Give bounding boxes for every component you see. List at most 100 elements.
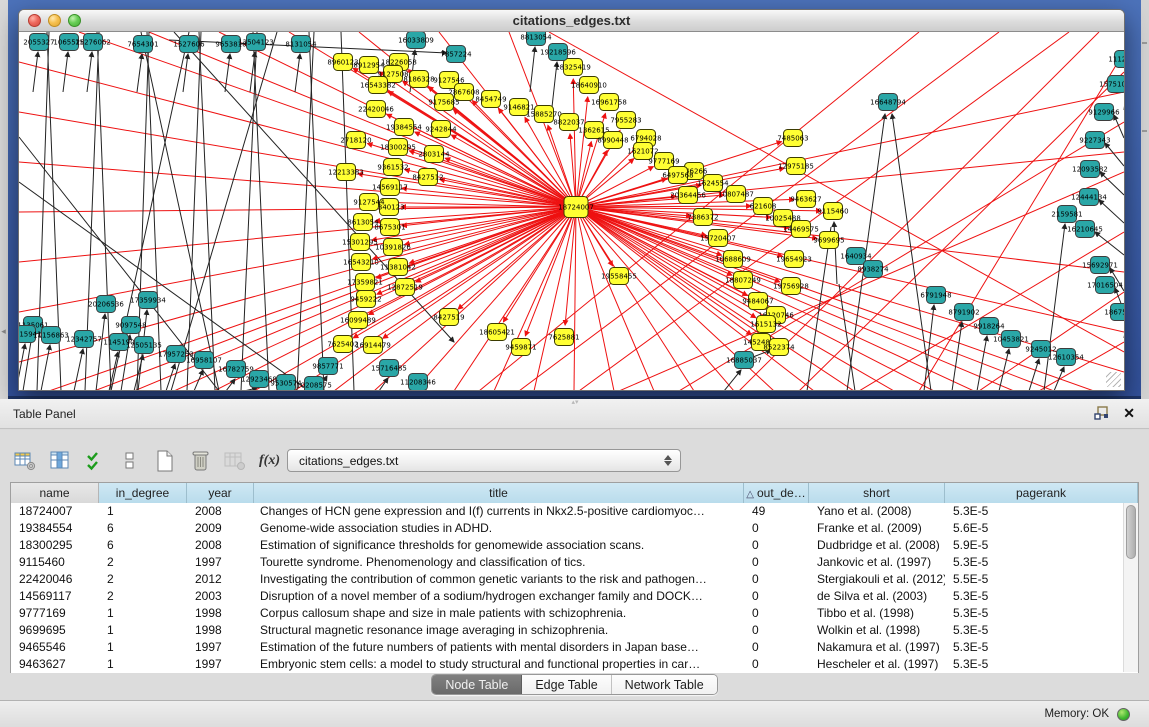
table-row[interactable]: 946362711997Embryonic stem cells: a mode… [11,656,1138,673]
network-node[interactable]: 17016504 [1087,277,1123,294]
window-resize-grip[interactable] [1106,372,1121,387]
network-node[interactable]: 19218596 [540,44,576,61]
network-canvas[interactable]: 8960123891295418226058912750816543382818… [19,32,1124,391]
network-node[interactable]: 16648794 [870,94,906,111]
network-node[interactable]: 8454749 [475,91,506,108]
column-header-pagerank[interactable]: pagerank [945,483,1138,503]
network-node[interactable]: 9459871 [505,339,536,356]
network-edge-black [1099,200,1124,223]
tab-node-table[interactable]: Node Table [432,675,522,694]
table-scrollbar[interactable] [1123,503,1138,672]
table-row[interactable]: 911546021997Tourette syndrome. Phenomeno… [11,554,1138,571]
create-table-icon[interactable] [150,447,179,475]
network-edge-black [137,54,142,92]
memory-status-icon[interactable] [1117,708,1130,721]
row-pair-icon[interactable] [115,447,144,475]
network-node[interactable]: 15276062 [75,34,111,51]
table-row[interactable]: 977716911998Corpus callosum shape and si… [11,605,1138,622]
select-all-rows-icon[interactable] [80,447,109,475]
cell-short: Dudbridge et al. (2008) [809,537,945,554]
network-node[interactable]: 16885037 [726,352,762,369]
column-header-short[interactable]: short [809,483,945,503]
network-node[interactable]: 16543210 [343,254,379,271]
column-header-year[interactable]: year [187,483,254,503]
tab-network-table[interactable]: Network Table [612,675,717,694]
network-node[interactable]: 15716485 [371,360,407,377]
svg-text:8131054: 8131054 [285,41,317,49]
cell-short: Franke et al. (2009) [809,520,945,537]
network-node[interactable]: 9097548 [115,317,146,334]
network-node[interactable]: 7857224 [440,46,472,63]
zoom-button[interactable] [68,14,81,27]
network-node[interactable]: 16210645 [1067,221,1103,238]
network-node[interactable]: 10688609 [715,251,751,268]
scrollbar-thumb[interactable] [1126,505,1136,559]
network-node[interactable]: 7955283 [610,112,641,129]
close-button[interactable] [28,14,41,27]
network-node[interactable]: 19558455 [601,268,637,285]
table-row[interactable]: 946554611997Estimation of the future num… [11,639,1138,656]
network-node[interactable]: 7654301 [127,36,158,53]
table-selector[interactable]: citations_edges.txt [287,449,681,472]
network-node[interactable]: 8131054 [285,36,317,53]
close-panel-icon[interactable]: ✕ [1123,406,1135,420]
minimize-button[interactable] [48,14,61,27]
left-panel-resize-handle[interactable]: ◂ [0,326,7,336]
table-row[interactable]: 1872400712008Changes of HCN gene express… [11,503,1138,520]
network-node[interactable]: 18605421 [479,324,515,341]
network-node[interactable]: 12975185 [778,158,814,175]
network-node[interactable]: 16033809 [398,32,434,49]
network-node[interactable]: 19654923 [776,251,812,268]
table-row[interactable]: 1938455462009Genome-wide association stu… [11,520,1138,537]
right-panel-divider[interactable] [1141,0,1149,399]
network-node[interactable]: 10807487 [718,186,754,203]
network-node[interactable]: 15301295 [342,234,378,251]
network-node[interactable]: 18640910 [571,77,607,94]
network-node[interactable]: 8813054 [520,32,552,46]
network-node[interactable]: 9699695 [813,232,844,249]
network-node[interactable]: 10453821 [993,331,1029,348]
network-node[interactable]: 11208346 [400,374,436,391]
network-node[interactable]: 621608 [750,198,777,215]
delete-table-icon[interactable] [185,447,214,475]
split-handle[interactable]: ▴▾ [570,400,580,406]
network-node[interactable]: 1867534 [1104,304,1124,321]
network-node[interactable]: 18325419 [555,59,591,76]
network-node[interactable]: 2159581 [1051,206,1082,223]
network-node[interactable]: 8427519 [433,309,464,326]
network-node[interactable]: 2055327 [23,34,54,51]
function-builder-icon[interactable]: f(x) [255,447,284,475]
column-header-in-degree[interactable]: in_degree [99,483,187,503]
network-node[interactable]: 16914479 [355,337,391,354]
network-node[interactable]: 9361532 [377,159,408,176]
column-header-name[interactable]: name [11,483,99,503]
network-node[interactable]: 18300295 [380,139,416,156]
window-titlebar[interactable]: citations_edges.txt [19,10,1124,32]
network-node[interactable]: 10391826 [375,239,411,256]
table-settings-icon[interactable] [10,447,39,475]
column-header-out-degree[interactable]: △out_de… [744,483,809,503]
float-panel-icon[interactable] [1094,406,1109,420]
network-edge-black [724,370,741,391]
network-node[interactable]: 9857771 [312,358,343,375]
table-row[interactable]: 969969511998Structural magnetic resonanc… [11,622,1138,639]
network-node[interactable]: 15751074 [1099,76,1124,93]
network-node[interactable]: 11381042 [380,259,416,276]
network-node[interactable]: 9463627 [790,191,821,208]
table-row[interactable]: 1830029562008Estimation of significance … [11,537,1138,554]
table-row[interactable]: 1456911722003Disruption of a novel membe… [11,588,1138,605]
table-row[interactable]: 2242004622012Investigating the contribut… [11,571,1138,588]
column-header-title[interactable]: title [254,483,744,503]
network-node[interactable]: 8791902 [948,304,979,321]
cell-pagerank: 5.3E-5 [945,605,1138,622]
network-node[interactable]: 6791948 [920,287,951,304]
network-node[interactable]: 9459222 [350,291,381,308]
network-node[interactable]: 12342757 [66,331,102,348]
show-columns-icon[interactable] [45,447,74,475]
tab-edge-table[interactable]: Edge Table [522,675,611,694]
network-node[interactable]: 9115460 [817,203,848,220]
network-node[interactable]: 1112834 [1108,51,1124,68]
network-node[interactable]: 16961758 [591,94,627,111]
network-node[interactable]: 9242844 [425,121,457,138]
network-node[interactable]: 17359934 [130,292,166,309]
